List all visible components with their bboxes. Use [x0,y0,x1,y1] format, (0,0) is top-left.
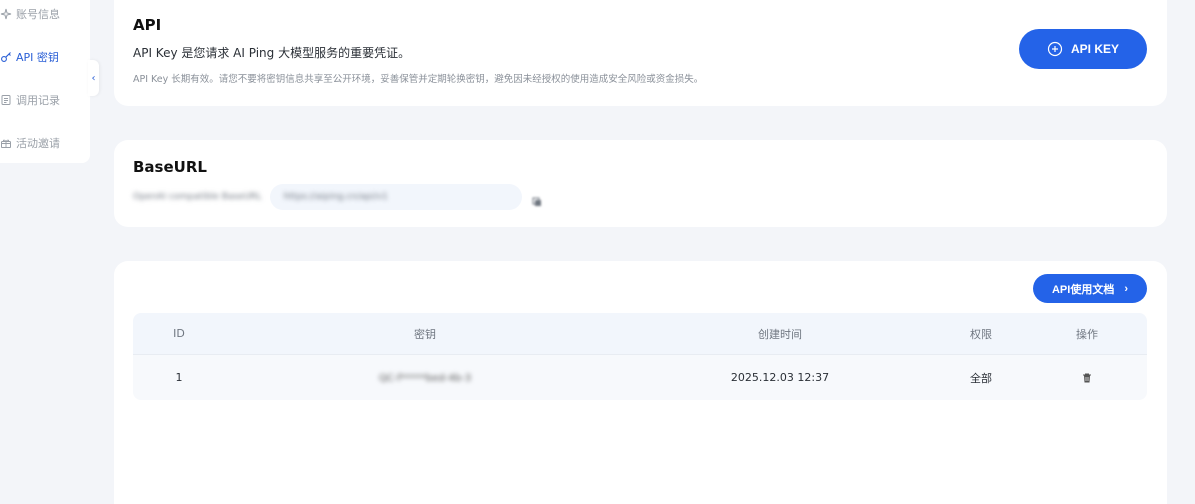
cell-key: QC-f*****bed-4b-3 [225,371,625,384]
sidebar-item-label: 活动邀请 [16,137,60,150]
column-header-action: 操作 [1076,327,1098,341]
key-icon [0,51,12,63]
baseurl-title: BaseURL [133,158,207,176]
sidebar-item-label: API 密钥 [16,51,59,64]
trash-icon[interactable] [1081,372,1093,384]
create-api-key-label: API KEY [1070,42,1119,56]
baseurl-value: https://aiping.cn/api/v1 [283,192,388,202]
sidebar-item-call-records[interactable]: 调用记录 [0,90,60,110]
sidebar-collapse-button[interactable]: ‹ [88,60,99,96]
column-header-id: ID [173,327,185,340]
column-header-key: 密钥 [414,327,436,341]
sidebar-item-label: 调用记录 [16,94,60,107]
gift-icon [0,137,12,149]
cell-created: 2025.12.03 12:37 [730,371,830,384]
table-row: 1 QC-f*****bed-4b-3 2025.12.03 12:37 全部 [133,354,1147,400]
column-header-created: 创建时间 [758,327,802,341]
baseurl-value-chip[interactable]: https://aiping.cn/api/v1 [269,184,522,210]
api-security-note: API Key 长期有效。请您不要将密钥信息共享至公开环境，妥善保管并定期轮换密… [133,74,704,85]
cell-action [1027,372,1147,384]
sidebar: 账号信息 API 密钥 调用记录 活动邀请 [0,0,90,163]
cell-id: 1 [175,371,183,384]
api-docs-label: API使用文档 [1051,283,1115,296]
document-icon [0,94,12,106]
sidebar-item-account[interactable]: 账号信息 [0,4,60,24]
sidebar-item-invitations[interactable]: 活动邀请 [0,133,60,153]
sidebar-item-api-keys[interactable]: API 密钥 [0,47,59,67]
api-docs-button[interactable]: API使用文档 › [1033,274,1147,303]
baseurl-row: OpenAI compatible BaseURL https://aiping… [133,184,542,210]
baseurl-card: BaseURL OpenAI compatible BaseURL https:… [114,140,1167,227]
column-header-permission: 权限 [970,327,992,341]
create-api-key-button[interactable]: API KEY [1019,29,1147,69]
chevron-right-icon: › [1124,282,1128,295]
api-card: API API Key 是您请求 AI Ping 大模型服务的重要凭证。 API… [114,0,1167,106]
cell-permission: 全部 [970,371,992,385]
plus-circle-icon [1047,41,1063,57]
copy-icon[interactable] [532,192,542,206]
sparkle-icon [0,8,12,20]
table-header: ID 密钥 创建时间 权限 操作 [133,313,1147,354]
api-description: API Key 是您请求 AI Ping 大模型服务的重要凭证。 [133,46,411,60]
chevron-left-icon: ‹ [91,72,96,84]
baseurl-label: OpenAI compatible BaseURL [133,192,262,202]
sidebar-item-label: 账号信息 [16,8,60,21]
api-section-title: API [133,16,162,34]
api-keys-table: ID 密钥 创建时间 权限 操作 1 QC-f*****bed-4b-3 202… [133,313,1147,400]
api-keys-card: API使用文档 › ID 密钥 创建时间 权限 操作 1 QC-f*****be… [114,261,1167,504]
masked-key: QC-f*****bed-4b-3 [378,373,472,384]
